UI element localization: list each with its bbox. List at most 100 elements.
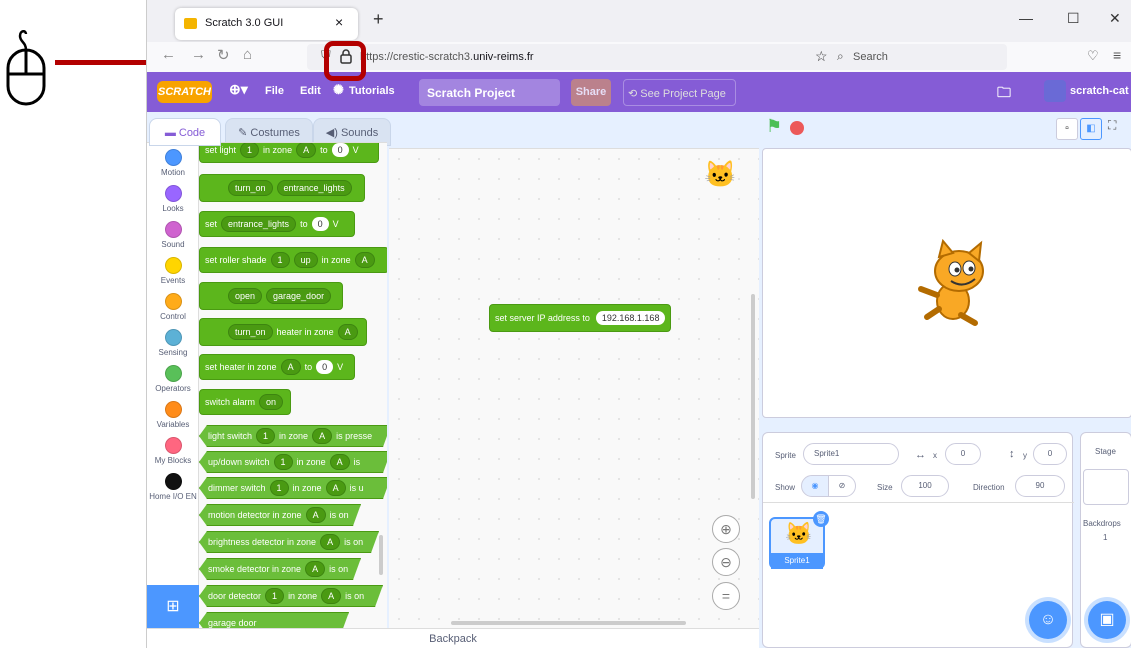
green-flag-icon[interactable]: ⚑ — [766, 116, 782, 137]
new-tab-icon[interactable]: + — [373, 9, 384, 30]
direction-input[interactable]: 90 — [1015, 475, 1065, 497]
menu-icon[interactable]: ≡ — [1113, 47, 1121, 63]
category-motion[interactable]: Motion — [147, 149, 199, 177]
speaker-icon: ◀) — [325, 127, 341, 139]
category-looks[interactable]: Looks — [147, 185, 199, 213]
share-button[interactable]: Share — [571, 79, 611, 106]
category-control[interactable]: Control — [147, 293, 199, 321]
zoom-reset-icon[interactable]: = — [712, 582, 740, 610]
sprite-thumbnail[interactable]: 🐱 Sprite1 🗑 — [769, 511, 829, 569]
category-operators[interactable]: Operators — [147, 365, 199, 393]
block-open-garage[interactable]: open garage_door — [199, 282, 343, 310]
ip-address-input[interactable]: 192.168.1.168 — [595, 311, 666, 325]
reload-icon[interactable]: ↻ — [217, 46, 230, 64]
browser-tab[interactable]: Scratch 3.0 GUI × — [175, 8, 358, 40]
block-set-entrance[interactable]: set entrance_lights to 0 V — [199, 211, 355, 237]
backpack[interactable]: Backpack — [147, 628, 759, 648]
block-dimmer-switch[interactable]: dimmer switch 1 in zone Ais u — [199, 477, 387, 499]
block-set-heater[interactable]: set heater in zone Ato 0 V — [199, 354, 355, 380]
category-my-blocks[interactable]: My Blocks — [147, 437, 199, 465]
choose-backdrop-button[interactable]: ▣ — [1088, 601, 1126, 639]
block-turn-on-entrance[interactable]: turn_on entrance_lights — [199, 174, 365, 202]
delete-sprite-icon[interactable]: 🗑 — [813, 511, 829, 527]
large-stage-icon[interactable]: ◧ — [1080, 118, 1102, 140]
category-variables[interactable]: Variables — [147, 401, 199, 429]
tab-close-icon[interactable]: × — [335, 14, 343, 30]
bookmark-star-icon[interactable]: ☆ — [815, 48, 828, 65]
category-sound[interactable]: Sound — [147, 221, 199, 249]
tab-bar: Scratch 3.0 GUI × + — ☐ ✕ — [147, 0, 1131, 42]
script-area[interactable]: 🐱 set server IP address to 192.168.1.168 … — [389, 148, 759, 628]
language-icon[interactable]: ⊕▾ — [229, 81, 248, 98]
category-home-i-o-en[interactable]: Home I/O EN — [147, 473, 199, 501]
pocket-icon[interactable]: ♡ — [1087, 48, 1099, 64]
category-sensing[interactable]: Sensing — [147, 329, 199, 357]
backdrop-thumbnail[interactable] — [1083, 469, 1129, 505]
block-light-switch[interactable]: light switch 1 in zone Ais presse — [199, 425, 387, 447]
forward-icon[interactable]: → — [191, 46, 206, 63]
category-dot-icon — [164, 185, 182, 202]
show-label: Show — [775, 483, 796, 492]
search-box[interactable]: ⌕ Search — [837, 44, 1007, 70]
category-events[interactable]: Events — [147, 257, 199, 285]
show-visible-icon[interactable]: ◉ — [801, 475, 829, 497]
block-set-light[interactable]: set light 1 in zone Ato 0 V — [199, 143, 379, 163]
add-extension-button[interactable]: ⊞ — [147, 585, 199, 629]
avatar[interactable] — [1044, 80, 1066, 102]
block-set-roller-shade[interactable]: set roller shade 1 up in zone A — [199, 247, 387, 273]
mouse-icon — [4, 30, 48, 113]
block-extra[interactable]: garage door — [199, 612, 349, 629]
zoom-in-icon[interactable]: ⊕ — [712, 515, 740, 543]
stage-selector[interactable]: Stage Backdrops 1 ▣ — [1080, 432, 1131, 648]
block-updown-switch[interactable]: up/down switch 1 in zone Ais — [199, 451, 387, 473]
set-server-ip-label: set server IP address to — [495, 313, 590, 323]
palette-scrollbar[interactable] — [379, 535, 383, 575]
choose-sprite-button[interactable]: ☺ — [1029, 601, 1067, 639]
tab-code[interactable]: ▬ Code — [149, 118, 221, 146]
code-icon: ▬ — [164, 127, 179, 139]
vertical-scrollbar[interactable] — [751, 294, 755, 499]
sprite-name-input[interactable]: Sprite1 — [803, 443, 899, 465]
backdrops-count: 1 — [1103, 533, 1108, 542]
scratch-cat-sprite[interactable] — [911, 239, 1001, 329]
project-page-icon: ⟲ — [628, 88, 641, 100]
minimize-icon[interactable]: — — [1019, 10, 1033, 26]
username[interactable]: scratch-cat — [1070, 85, 1129, 97]
tutorials-menu[interactable]: Tutorials — [349, 85, 395, 97]
stage-canvas[interactable] — [762, 148, 1131, 418]
block-turn-on-heater[interactable]: turn_on heater in zone A — [199, 318, 367, 346]
horizontal-scrollbar[interactable] — [451, 621, 686, 625]
tab-code-label: Code — [178, 127, 206, 139]
maximize-icon[interactable]: ☐ — [1067, 10, 1080, 27]
block-set-server-ip[interactable]: set server IP address to 192.168.1.168 — [489, 304, 672, 332]
edit-menu[interactable]: Edit — [300, 85, 321, 97]
size-input[interactable]: 100 — [901, 475, 949, 497]
fullscreen-icon[interactable]: ⛶ — [1108, 118, 1116, 133]
stop-icon[interactable] — [790, 121, 804, 135]
small-stage-icon[interactable]: ▫ — [1056, 118, 1078, 140]
sprite-thumb-name: Sprite1 — [771, 553, 823, 569]
sprite-thumb-icon: 🐱 — [785, 521, 813, 546]
my-stuff-folder-icon[interactable]: 🗀 — [997, 82, 1011, 106]
back-icon[interactable]: ← — [161, 46, 176, 63]
scratch-menu-bar: SCRATCH ⊕▾ File Edit ✺ Tutorials Scratch… — [147, 72, 1131, 112]
x-input[interactable]: 0 — [945, 443, 981, 465]
brush-icon: ✎ — [238, 127, 251, 139]
project-title-input[interactable]: Scratch Project — [419, 79, 560, 106]
block-motion-detector[interactable]: motion detector in zone Ais on — [199, 504, 361, 526]
show-hidden-icon[interactable]: ⊘ — [828, 475, 856, 497]
close-window-icon[interactable]: ✕ — [1109, 10, 1121, 27]
file-menu[interactable]: File — [265, 85, 284, 97]
block-palette: Motion Looks Sound Events Control Sensing Oper… — [147, 142, 387, 629]
zoom-out-icon[interactable]: ⊖ — [712, 548, 740, 576]
home-icon[interactable]: ⌂ — [243, 46, 252, 63]
category-label: Sound — [161, 240, 185, 249]
block-smoke-detector[interactable]: smoke detector in zone Ais on — [199, 558, 361, 580]
scratch-logo[interactable]: SCRATCH — [157, 81, 212, 103]
category-dot-icon — [164, 329, 182, 346]
y-input[interactable]: 0 — [1033, 443, 1067, 465]
block-door-detector[interactable]: door detector 1 in zone Ais on — [199, 585, 383, 607]
block-switch-alarm[interactable]: switch alarm on — [199, 389, 291, 415]
see-project-page-button[interactable]: ⟲ See Project Page — [623, 79, 736, 106]
block-brightness-detector[interactable]: brightness detector in zone Ais on — [199, 531, 379, 553]
